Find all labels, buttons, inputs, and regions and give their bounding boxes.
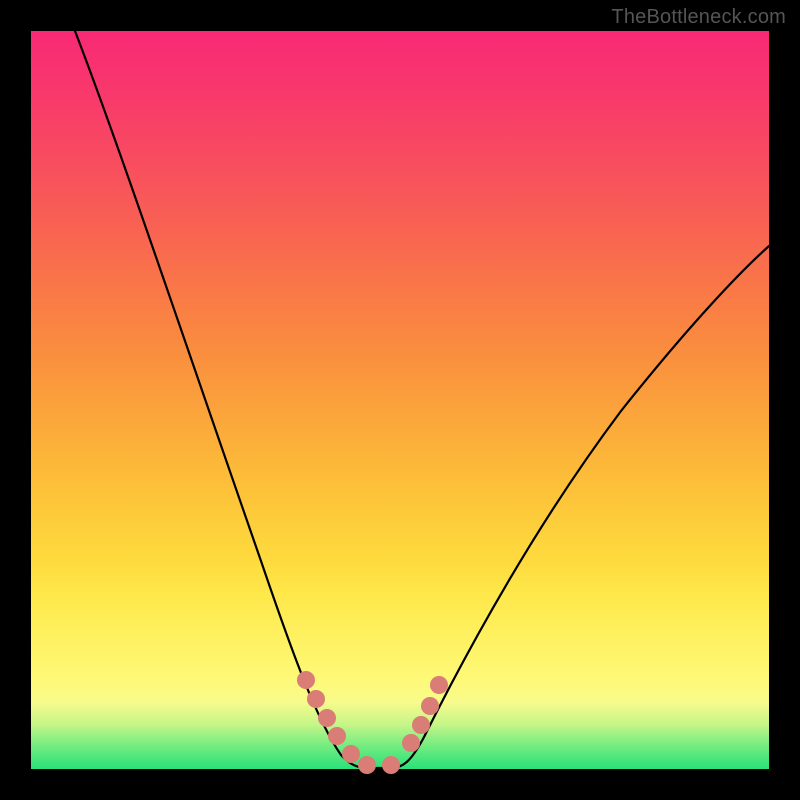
- dot: [328, 727, 346, 745]
- dot: [402, 734, 420, 752]
- dot: [342, 745, 360, 763]
- dot: [382, 756, 400, 774]
- plot-area: [31, 31, 769, 769]
- dot: [421, 697, 439, 715]
- chart-frame: TheBottleneck.com: [0, 0, 800, 800]
- dot: [318, 709, 336, 727]
- highlight-dots: [297, 671, 448, 774]
- watermark-text: TheBottleneck.com: [611, 6, 786, 29]
- dot: [297, 671, 315, 689]
- dot: [358, 756, 376, 774]
- dot: [307, 690, 325, 708]
- chart-overlay: [31, 31, 769, 769]
- bottleneck-curve: [75, 31, 769, 768]
- dot: [412, 716, 430, 734]
- dot: [430, 676, 448, 694]
